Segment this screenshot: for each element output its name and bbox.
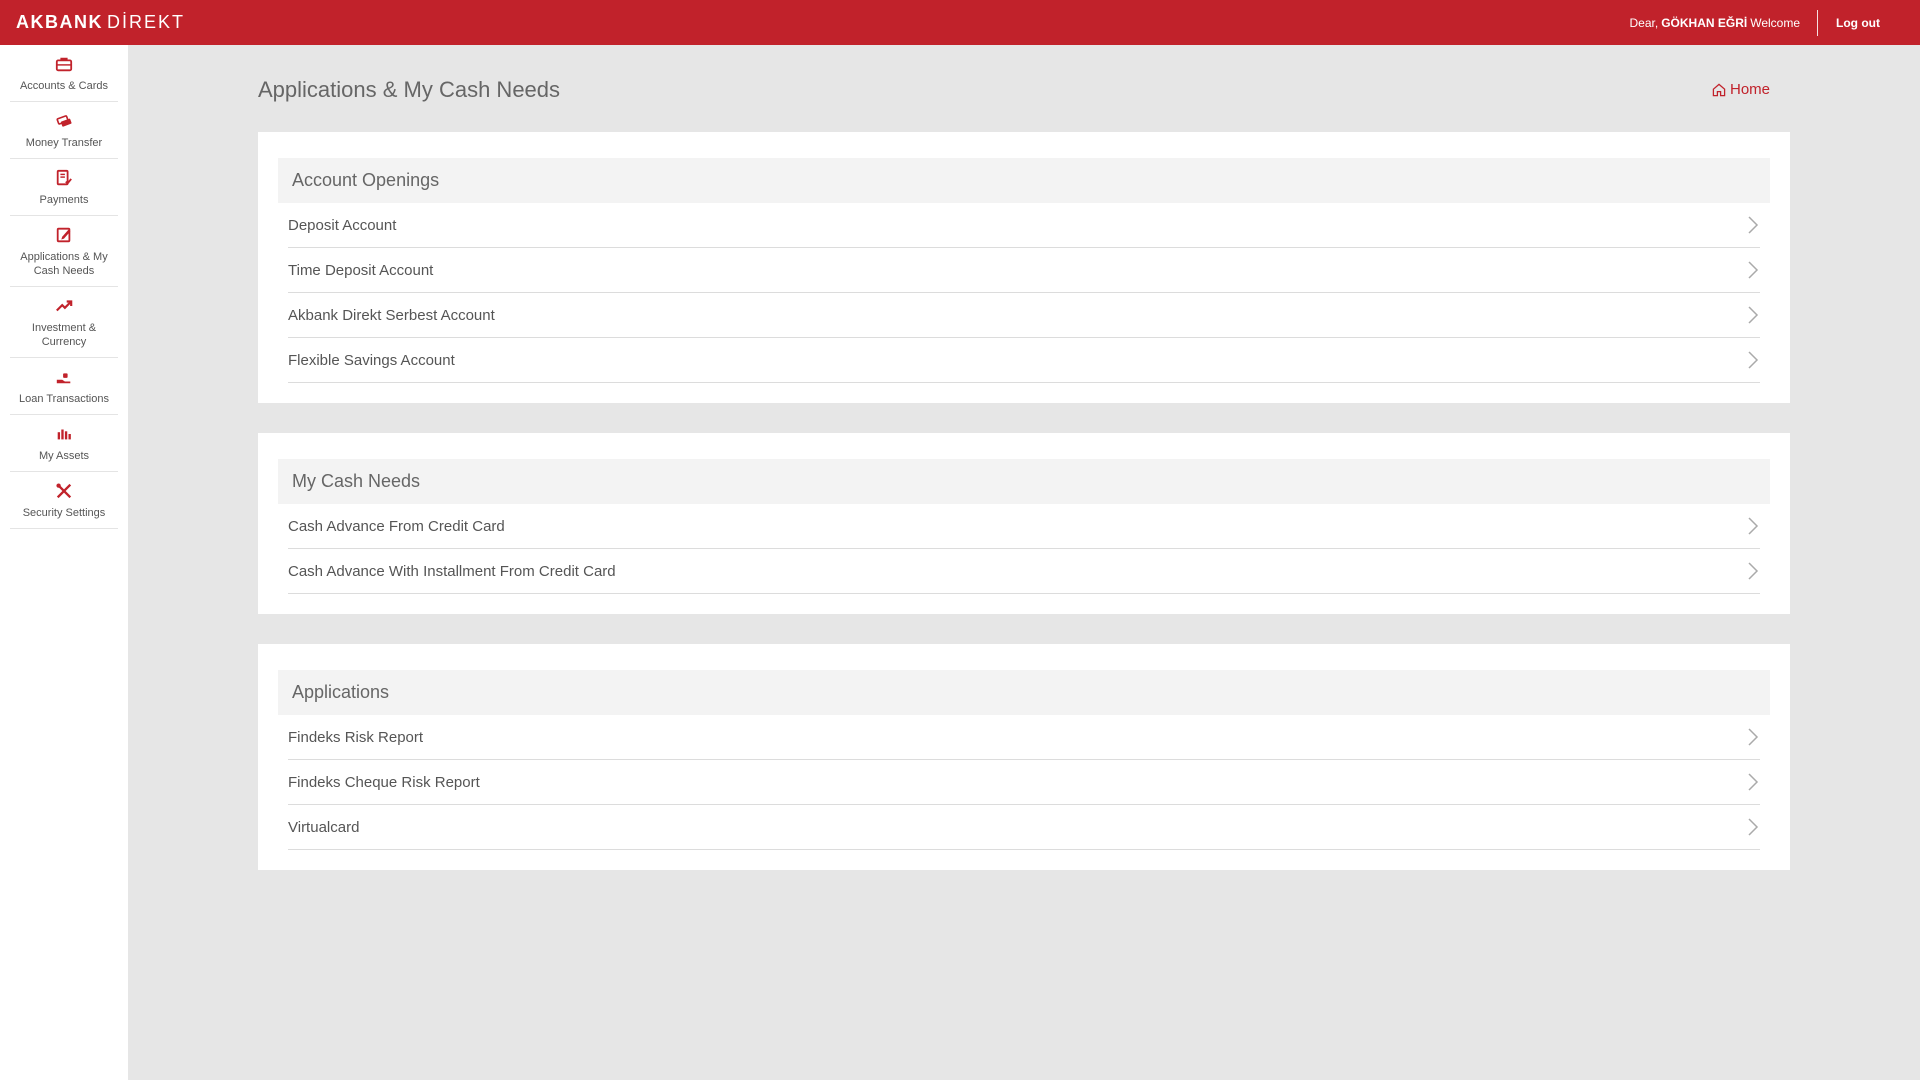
sidebar-item-payments[interactable]: Payments [10,159,118,216]
chevron-right-icon [1746,817,1760,837]
chevron-right-icon [1746,215,1760,235]
sidebar-item-loan-transactions[interactable]: Loan Transactions [10,358,118,415]
akbank-direkt-logo[interactable]: AKBANK DİREKT [16,12,185,33]
sidebar: Accounts & Cards Money Transfer Payments… [0,45,128,1080]
top-bar: AKBANK DİREKT Dear, GÖKHAN EĞRİ Welcome Lo… [0,0,1920,45]
welcome-message: Dear, GÖKHAN EĞRİ Welcome [1630,16,1804,30]
list-item[interactable]: Findeks Cheque Risk Report [288,760,1760,805]
sidebar-item-label: Applications & My Cash Needs [20,251,108,277]
list-item-label: Cash Advance From Credit Card [288,517,505,535]
chevron-right-icon [1746,561,1760,581]
trending-up-icon [54,296,74,316]
list-item[interactable]: Flexible Savings Account [288,338,1760,383]
list-item-label: Findeks Risk Report [288,728,424,746]
chevron-right-icon [1746,727,1760,747]
sidebar-item-label: My Assets [38,450,90,462]
chevron-right-icon [1746,516,1760,536]
home-link-label: Home [1729,81,1770,98]
loan-hand-icon [54,367,74,387]
list-item-label: Akbank Direkt Serbest Account [288,306,495,324]
account-openings-card: Account Openings Deposit Account Time De… [258,132,1790,403]
section-title: Account Openings [278,158,1770,203]
list-item-label: Findeks Cheque Risk Report [288,773,480,791]
list-item[interactable]: Cash Advance From Credit Card [288,504,1760,549]
main-content: Applications & My Cash Needs Home Accoun… [258,45,1790,900]
list-item-label: Cash Advance With Installment From Credi… [288,562,616,580]
page-title: Applications & My Cash Needs [258,76,561,102]
chevron-right-icon [1746,772,1760,792]
list-item[interactable]: Deposit Account [288,203,1760,248]
list-item-label: Time Deposit Account [288,261,434,279]
user-name: GÖKHAN EĞRİ [1661,15,1748,30]
home-icon [1712,83,1726,96]
logo-bold-text: AKBANK [16,12,103,32]
list-item[interactable]: Virtualcard [288,805,1760,850]
list-item[interactable]: Findeks Risk Report [288,715,1760,760]
sidebar-item-label: Loan Transactions [19,393,109,405]
sidebar-item-investment[interactable]: Investment & Currency [10,287,118,358]
sidebar-item-money-transfer[interactable]: Money Transfer [10,102,118,159]
bill-payment-icon [54,168,74,188]
sidebar-item-label: Money Transfer [25,137,103,149]
list-item-label: Deposit Account [288,216,397,234]
sidebar-item-label: Payments [39,194,89,206]
sidebar-item-my-assets[interactable]: My Assets [10,415,118,472]
my-cash-needs-card: My Cash Needs Cash Advance From Credit C… [258,433,1790,614]
list-item[interactable]: Time Deposit Account [288,248,1760,293]
chevron-right-icon [1746,260,1760,280]
money-transfer-icon [54,111,74,131]
logout-button[interactable]: Log out [1836,16,1880,30]
page-header: Applications & My Cash Needs Home [258,45,1790,132]
list-item[interactable]: Akbank Direkt Serbest Account [288,293,1760,338]
chevron-right-icon [1746,305,1760,325]
welcome-suffix: Welcome [1750,15,1801,30]
sidebar-item-label: Investment & Currency [31,322,97,348]
tools-icon [54,481,74,501]
header-divider [1817,9,1819,36]
sidebar-item-applications[interactable]: Applications & My Cash Needs [10,216,118,287]
sidebar-item-security-settings[interactable]: Security Settings [10,472,118,529]
sidebar-item-accounts-cards[interactable]: Accounts & Cards [10,45,118,102]
sidebar-item-label: Accounts & Cards [19,80,109,92]
user-area: Dear, GÖKHAN EĞRİ Welcome Log out [1630,0,1880,45]
list-item-label: Virtualcard [288,818,360,836]
briefcase-icon [54,54,74,74]
list-item[interactable]: Cash Advance With Installment From Credi… [288,549,1760,594]
welcome-prefix: Dear, [1629,15,1659,30]
bar-chart-icon [54,424,74,444]
home-link[interactable]: Home [1711,81,1770,98]
chevron-right-icon [1746,350,1760,370]
edit-document-icon [54,225,74,245]
sidebar-item-label: Security Settings [22,507,106,519]
section-title: Applications [278,670,1770,715]
section-title: My Cash Needs [278,459,1770,504]
list-item-label: Flexible Savings Account [288,351,455,369]
applications-card: Applications Findeks Risk Report Findeks… [258,644,1790,870]
logo-light-text: DİREKT [107,12,186,32]
